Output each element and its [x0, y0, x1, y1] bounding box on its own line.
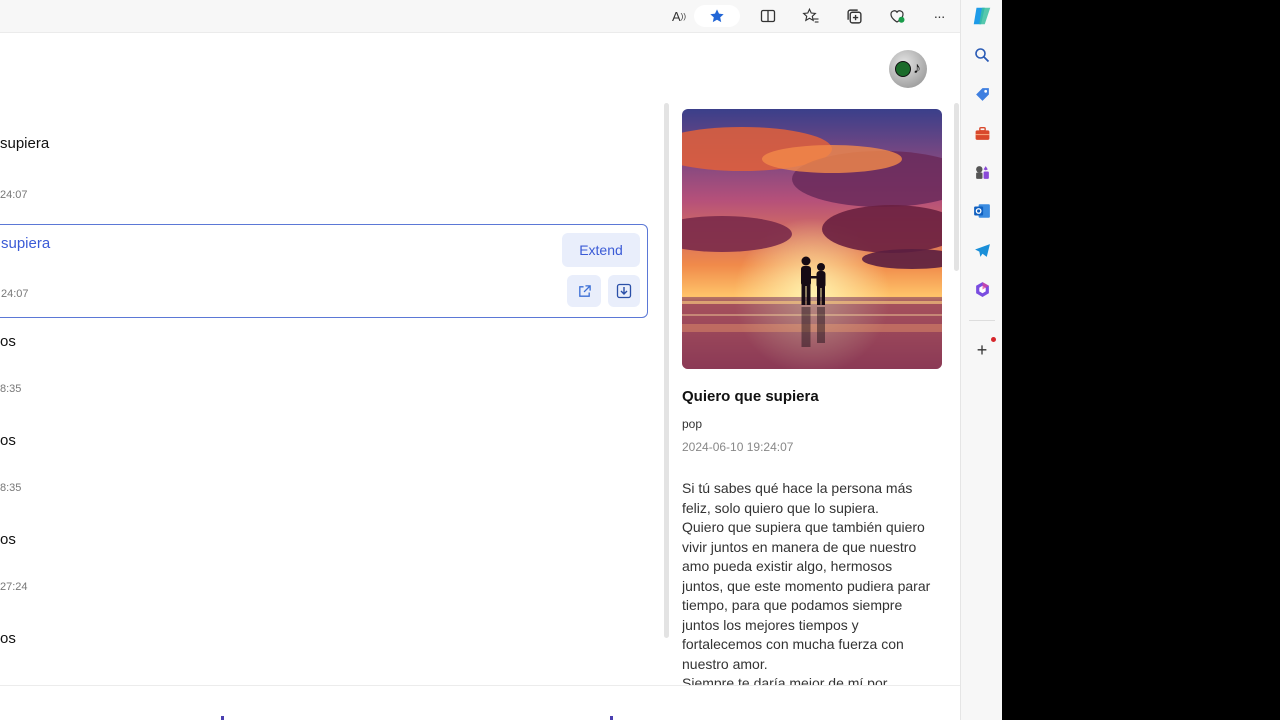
split-screen-icon[interactable] — [757, 5, 779, 27]
copilot-icon[interactable] — [970, 4, 994, 28]
games-icon[interactable] — [972, 162, 992, 182]
telegram-icon[interactable] — [972, 240, 992, 260]
song-list: supiera 24:07 supiera 24:07 os 8:35 os 8… — [0, 103, 660, 720]
notification-dot — [991, 337, 996, 342]
read-aloud-glyph: A — [672, 8, 681, 24]
outlook-icon[interactable] — [972, 201, 992, 221]
lyrics-line: feliz, solo quiero que lo supiera. — [682, 499, 879, 516]
detail-title: Quiero que supiera — [682, 388, 819, 405]
song-title: os — [0, 531, 16, 548]
office-icon[interactable] — [972, 279, 992, 299]
add-glyph: + — [976, 339, 988, 360]
avatar-note-icon: ♪ — [913, 60, 921, 77]
song-title: os — [0, 333, 16, 350]
lyrics-line: fortalecemos con mucha fuerza con — [682, 636, 904, 652]
download-button[interactable] — [608, 275, 640, 307]
search-icon[interactable] — [972, 45, 992, 65]
tools-icon[interactable] — [972, 123, 992, 143]
lyrics-text: Si tú sabes qué hace la persona más feli… — [682, 479, 944, 709]
detail-date: 2024-06-10 19:24:07 — [682, 440, 794, 454]
more-glyph: ··· — [933, 8, 946, 24]
shopping-icon[interactable] — [972, 84, 992, 104]
browser-toolbar: A)) ··· — [0, 0, 960, 33]
download-icon — [616, 283, 632, 299]
lyrics-line: tiempo, para que podamos siempre — [682, 597, 903, 613]
read-aloud-icon[interactable]: A)) — [668, 5, 690, 27]
song-title: supiera — [1, 235, 51, 252]
external-link-icon — [578, 284, 591, 297]
list-item[interactable]: os 8:35 — [0, 301, 648, 395]
song-title: supiera — [0, 135, 50, 152]
avatar-disc-icon — [895, 61, 911, 77]
song-time: 8:35 — [0, 383, 22, 395]
detail-scrollbar[interactable] — [954, 103, 959, 271]
lyrics-line: vivir juntos en manera de que nuestro — [682, 538, 917, 555]
edge-sidebar: + — [960, 0, 1002, 720]
extend-button[interactable]: Extend — [562, 233, 640, 267]
player-control-icon[interactable] — [221, 716, 224, 720]
add-icon[interactable]: + — [972, 340, 992, 360]
lyrics-line: amo pueda existir algo, hermosos — [682, 558, 893, 574]
avatar[interactable]: ♪ — [889, 50, 927, 88]
song-title: os — [0, 432, 16, 449]
list-item[interactable]: os — [0, 598, 648, 692]
lyrics-line: nuestro amor. — [682, 655, 768, 672]
list-item[interactable]: os 8:35 — [0, 400, 648, 494]
list-item[interactable]: supiera 24:07 — [0, 103, 648, 201]
player-bar — [0, 685, 960, 720]
more-icon[interactable]: ··· — [928, 5, 950, 27]
favorite-star-icon[interactable] — [694, 5, 740, 27]
song-time: 8:35 — [0, 482, 22, 494]
lyrics-line: Si tú sabes qué hace la persona más — [682, 480, 913, 496]
cover-image — [682, 109, 942, 369]
song-time: 27:24 — [0, 581, 28, 593]
player-control-icon[interactable] — [610, 716, 613, 720]
detail-genre: pop — [682, 417, 703, 431]
collections-icon[interactable] — [843, 5, 865, 27]
list-item[interactable]: os 27:24 — [0, 499, 648, 593]
sidebar-divider — [969, 320, 995, 321]
song-time: 24:07 — [0, 189, 28, 201]
lyrics-line: Quiero que supiera que también quiero — [682, 519, 925, 535]
browser-window: A)) ··· + ♪ supiera 24:07 supiera 24:07 … — [0, 0, 1002, 720]
browser-essentials-icon[interactable] — [886, 5, 908, 27]
song-title: os — [0, 630, 16, 647]
list-scrollbar[interactable] — [664, 103, 669, 638]
lyrics-line: juntos los mejores tiempos y — [682, 616, 859, 633]
favorites-icon[interactable] — [800, 5, 822, 27]
open-external-button[interactable] — [567, 275, 601, 307]
lyrics-line: juntos, que este momento pudiera parar — [682, 577, 931, 594]
app-page: ♪ supiera 24:07 supiera 24:07 os 8:35 os… — [0, 33, 960, 720]
song-time: 24:07 — [1, 288, 29, 300]
